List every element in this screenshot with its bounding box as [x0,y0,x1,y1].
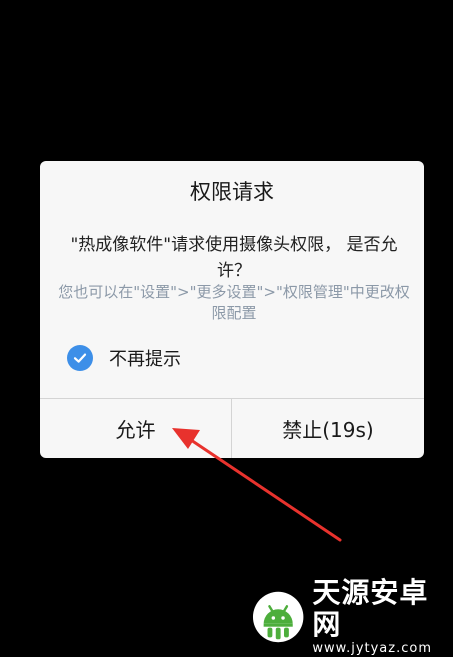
android-logo-icon [252,591,304,643]
watermark-title: 天源安卓网 [312,576,429,641]
red-arrow-icon [172,428,342,542]
watermark: 天源安卓网 www.jytyaz.com [252,577,453,656]
watermark-url: www.jytyaz.com [312,641,432,656]
